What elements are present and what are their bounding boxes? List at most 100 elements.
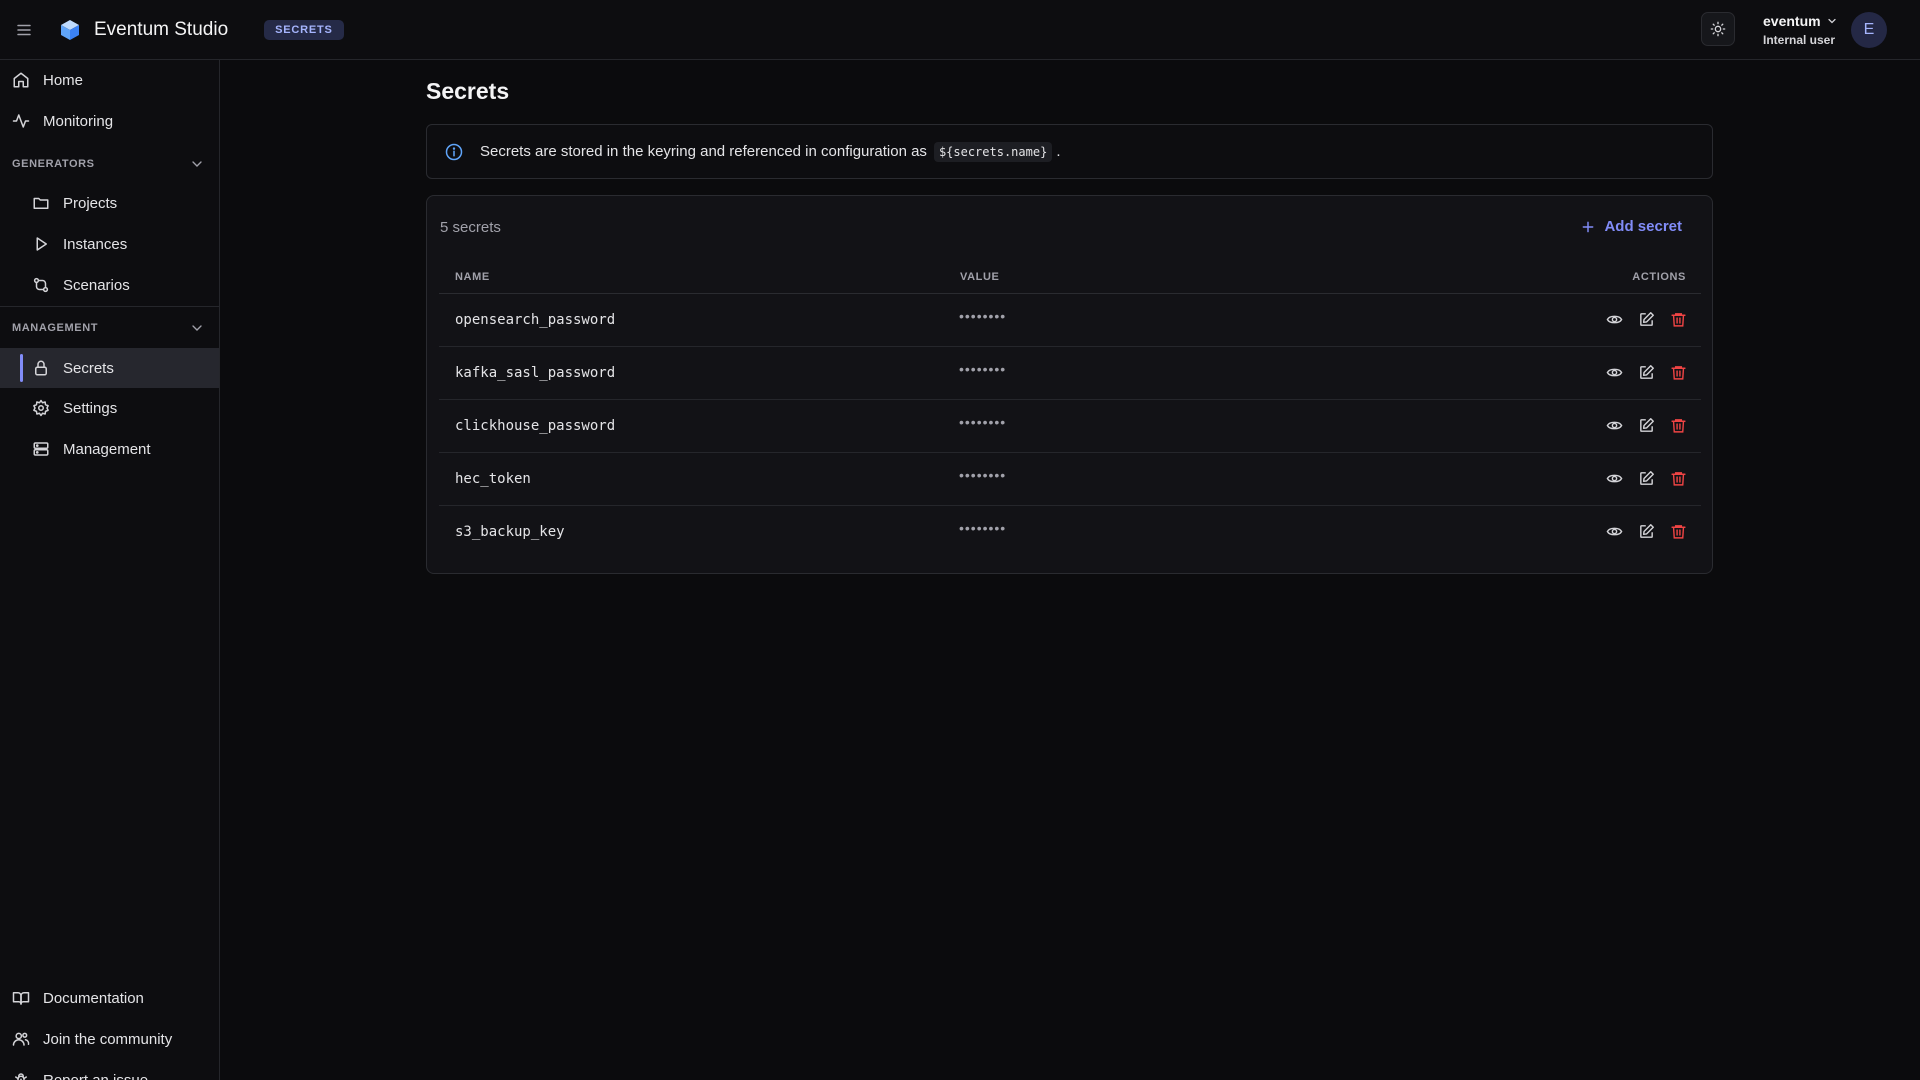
sidebar-item-label: Report an issue — [43, 1071, 149, 1080]
info-banner: Secrets are stored in the keyring and re… — [426, 124, 1713, 179]
sidebar: Home Monitoring GENERATORS Projects Inst… — [0, 60, 220, 1080]
server-icon — [33, 442, 49, 456]
secret-name: kafka_sasl_password — [455, 365, 616, 381]
secret-name: opensearch_password — [455, 312, 616, 328]
sidebar-item-community[interactable]: Join the community — [0, 1019, 219, 1059]
trash-icon — [1670, 365, 1686, 380]
user-name: eventum — [1763, 13, 1821, 29]
edit-secret-button[interactable] — [1637, 363, 1655, 381]
table-header: NAME VALUE ACTIONS — [439, 258, 1701, 294]
top-bar: Eventum Studio SECRETS — [0, 0, 1920, 60]
play-icon — [36, 237, 47, 251]
table-row: opensearch_password •••••••• — [439, 294, 1701, 347]
view-secret-button[interactable] — [1605, 522, 1623, 540]
edit-icon — [1639, 311, 1654, 326]
info-text: Secrets are stored in the keyring and re… — [480, 143, 927, 160]
management-section-title: MANAGEMENT — [12, 322, 99, 334]
trash-icon — [1670, 418, 1686, 433]
secrets-count: 5 secrets — [440, 219, 501, 236]
edit-secret-button[interactable] — [1637, 469, 1655, 487]
table-row: clickhouse_password •••••••• — [439, 400, 1701, 453]
plus-icon — [1583, 221, 1594, 232]
theme-toggle-button[interactable] — [1701, 12, 1735, 46]
sidebar-item-instances[interactable]: Instances — [0, 224, 219, 264]
column-header-actions: ACTIONS — [1632, 271, 1686, 283]
secret-name: s3_backup_key — [455, 524, 565, 540]
sidebar-item-label: Join the community — [43, 1030, 173, 1048]
edit-icon — [1639, 417, 1654, 432]
activity-icon — [12, 114, 30, 128]
sidebar-item-scenarios[interactable]: Scenarios — [0, 265, 219, 305]
sidebar-item-report-issue[interactable]: Report an issue — [0, 1060, 219, 1080]
delete-secret-button[interactable] — [1669, 363, 1687, 381]
view-secret-button[interactable] — [1605, 310, 1623, 328]
sidebar-item-documentation[interactable]: Documentation — [0, 978, 219, 1018]
delete-secret-button[interactable] — [1669, 310, 1687, 328]
chevron-down-icon — [192, 325, 202, 331]
user-menu[interactable]: eventum Internal user — [1763, 13, 1838, 47]
app-title[interactable]: Eventum Studio — [94, 19, 228, 41]
table-row: kafka_sasl_password •••••••• — [439, 347, 1701, 400]
edit-secret-button[interactable] — [1637, 310, 1655, 328]
page-title: Secrets — [426, 78, 510, 104]
secret-name: clickhouse_password — [455, 418, 616, 434]
edit-icon — [1639, 523, 1654, 538]
info-code: ${secrets.name} — [933, 141, 1053, 162]
secret-value-masked: •••••••• — [959, 308, 1007, 324]
section-badge: SECRETS — [264, 19, 344, 40]
generators-section-title: GENERATORS — [12, 158, 95, 170]
sidebar-item-label: Documentation — [43, 989, 144, 1007]
eye-icon — [1606, 421, 1622, 429]
sidebar-item-secrets[interactable]: Secrets — [0, 348, 219, 388]
trash-icon — [1670, 471, 1686, 486]
sidebar-item-monitoring[interactable]: Monitoring — [0, 101, 219, 141]
sun-icon — [1710, 21, 1726, 37]
edit-icon — [1639, 364, 1654, 379]
sidebar-item-label: Settings — [63, 399, 118, 417]
sidebar-item-label: Home — [43, 71, 84, 89]
secrets-card: 5 secrets Add secret NAME VALUE ACTIONS … — [426, 195, 1713, 574]
sidebar-item-label: Projects — [63, 194, 118, 212]
bug-icon — [15, 1073, 27, 1080]
table-row: s3_backup_key •••••••• — [439, 506, 1701, 559]
management-section-toggle[interactable]: MANAGEMENT — [0, 308, 219, 348]
column-header-value: VALUE — [960, 271, 1000, 283]
users-icon — [12, 1032, 30, 1046]
delete-secret-button[interactable] — [1669, 522, 1687, 540]
edit-secret-button[interactable] — [1637, 416, 1655, 434]
book-icon — [12, 992, 30, 1005]
view-secret-button[interactable] — [1605, 416, 1623, 434]
eye-icon — [1606, 474, 1622, 482]
generators-section-toggle[interactable]: GENERATORS — [0, 144, 219, 184]
sidebar-item-management[interactable]: Management — [0, 429, 219, 469]
sidebar-item-projects[interactable]: Projects — [0, 183, 219, 223]
avatar[interactable]: E — [1851, 12, 1887, 48]
eye-icon — [1606, 527, 1622, 535]
folder-icon — [33, 197, 49, 209]
lock-icon — [35, 360, 47, 376]
delete-secret-button[interactable] — [1669, 416, 1687, 434]
add-secret-button[interactable]: Add secret — [1581, 214, 1682, 239]
secret-value-masked: •••••••• — [959, 361, 1007, 377]
sidebar-item-label: Monitoring — [43, 112, 114, 130]
menu-toggle-button[interactable] — [0, 0, 48, 60]
secret-value-masked: •••••••• — [959, 467, 1007, 483]
add-secret-label: Add secret — [1604, 218, 1682, 235]
info-text-end: . — [1056, 143, 1061, 160]
scenarios-icon — [33, 277, 49, 293]
column-header-name: NAME — [455, 271, 490, 283]
view-secret-button[interactable] — [1605, 469, 1623, 487]
view-secret-button[interactable] — [1605, 363, 1623, 381]
trash-icon — [1670, 312, 1686, 327]
secret-name: hec_token — [455, 471, 531, 487]
chevron-down-icon — [1827, 18, 1836, 24]
eye-icon — [1606, 368, 1622, 376]
app-logo-icon[interactable] — [58, 18, 82, 42]
sidebar-divider — [0, 306, 219, 307]
table-row: hec_token •••••••• — [439, 453, 1701, 506]
sidebar-item-home[interactable]: Home — [0, 60, 219, 100]
sidebar-item-settings[interactable]: Settings — [0, 388, 219, 428]
delete-secret-button[interactable] — [1669, 469, 1687, 487]
edit-secret-button[interactable] — [1637, 522, 1655, 540]
sidebar-item-label: Management — [63, 440, 151, 458]
